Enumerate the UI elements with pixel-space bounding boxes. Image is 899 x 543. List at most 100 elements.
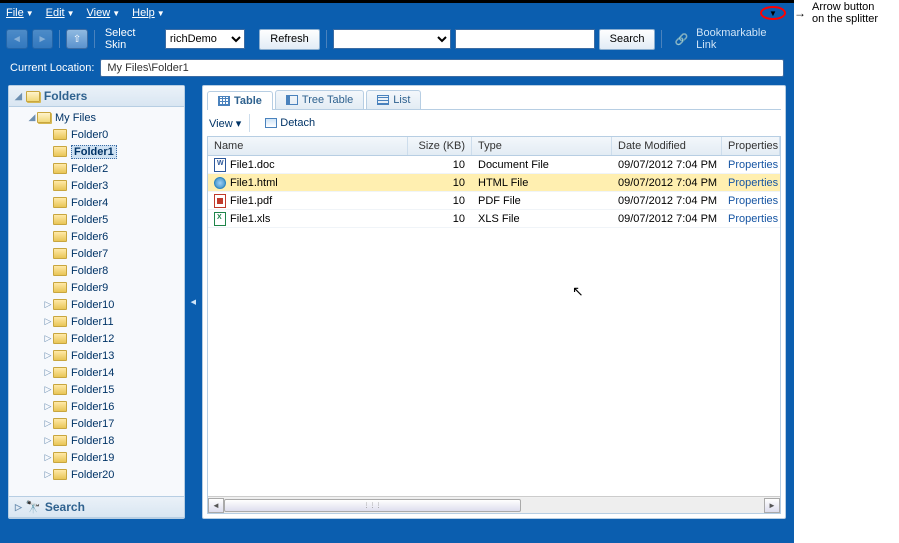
col-header-type[interactable]: Type (472, 137, 612, 155)
chevron-down-icon: ▾ (236, 118, 242, 130)
menu-edit[interactable]: Edit▼ (46, 7, 75, 19)
tree-item[interactable]: ▷Folder19 (9, 449, 184, 466)
scroll-track[interactable]: ⋮⋮⋮ (224, 498, 764, 513)
app-window: File▼ Edit▼ View▼ Help▼ ◄ ► ⇧ Select Ski… (0, 0, 794, 543)
folder-icon (53, 265, 67, 276)
binoculars-icon: 🔭 (26, 500, 41, 514)
tree-root[interactable]: ◢My Files (9, 109, 184, 126)
folder-icon (53, 180, 67, 191)
tree-item[interactable]: ▷Folder10 (9, 296, 184, 313)
folder-icon (37, 112, 51, 123)
separator (661, 30, 662, 48)
nav-back-button[interactable]: ◄ (6, 29, 28, 49)
tree-item[interactable]: ▷Folder12 (9, 330, 184, 347)
search-input[interactable] (455, 29, 595, 49)
tree-item-label: Folder11 (71, 316, 114, 328)
tree-item[interactable]: Folder7 (9, 245, 184, 262)
folder-icon (53, 214, 67, 225)
tree-item[interactable]: ▷Folder17 (9, 415, 184, 432)
location-input[interactable] (100, 59, 784, 77)
menu-view[interactable]: View▼ (87, 7, 121, 19)
properties-link[interactable]: Properties (728, 213, 778, 225)
tree-item[interactable]: Folder6 (9, 228, 184, 245)
tree-item-label: Folder15 (71, 384, 114, 396)
properties-link[interactable]: Properties (728, 159, 778, 171)
menu-file[interactable]: File▼ (6, 7, 34, 19)
tree-item[interactable]: ▷ Folder18 (9, 432, 184, 449)
menu-view-label: View (87, 7, 111, 19)
nav-forward-button[interactable]: ► (32, 29, 54, 49)
tree-item[interactable]: ▷Folder11 (9, 313, 184, 330)
content-toolbar: View ▾ Detach (207, 110, 781, 136)
tree-item-label: Folder19 (71, 452, 114, 464)
refresh-button[interactable]: Refresh (259, 29, 320, 50)
cell-name: File1.xls (208, 212, 408, 226)
tree-item[interactable]: ▷Folder15 (9, 381, 184, 398)
folders-panel-header[interactable]: ◢ Folders (9, 86, 184, 107)
expander-icon: ▷ (43, 367, 53, 378)
tree-item[interactable]: Folder5 (9, 211, 184, 228)
cell-date: 09/07/2012 7:04 PM (612, 177, 722, 189)
table-row[interactable]: File1.html10HTML File09/07/2012 7:04 PMP… (208, 174, 780, 192)
tab-list-label: List (393, 94, 410, 106)
tree-item[interactable]: Folder9 (9, 279, 184, 296)
file-name: File1.doc (230, 159, 275, 171)
tab-tree-table-label: Tree Table (302, 94, 353, 106)
col-header-size[interactable]: Size (KB) (408, 137, 472, 155)
chevron-down-icon: ▼ (157, 9, 165, 18)
splitter[interactable]: ◀ (191, 85, 196, 519)
scroll-left-button[interactable]: ◄ (208, 498, 224, 513)
tree-item-label: Folder18 (71, 435, 114, 447)
search-category-select[interactable] (333, 29, 451, 49)
cell-props: Properties (722, 177, 780, 189)
search-panel-header[interactable]: ▷ 🔭 Search (9, 496, 184, 518)
tab-table[interactable]: Table (207, 91, 273, 110)
tab-list[interactable]: List (366, 90, 421, 109)
col-header-name[interactable]: Name (208, 137, 408, 155)
scroll-right-button[interactable]: ► (764, 498, 780, 513)
tree-item[interactable]: Folder2 (9, 160, 184, 177)
bookmarkable-link[interactable]: Bookmarkable Link (696, 27, 788, 51)
properties-link[interactable]: Properties (728, 195, 778, 207)
folder-icon (53, 333, 67, 344)
table-icon (218, 96, 230, 106)
cell-props: Properties (722, 195, 780, 207)
horizontal-scrollbar[interactable]: ◄ ⋮⋮⋮ ► (208, 496, 780, 513)
table-row[interactable]: File1.doc10Document File09/07/2012 7:04 … (208, 156, 780, 174)
nav-up-button[interactable]: ⇧ (66, 29, 88, 49)
main-panel: Table Tree Table List View ▾ Detach Name… (202, 85, 786, 519)
tab-tree-table[interactable]: Tree Table (275, 90, 364, 109)
tree-item[interactable]: Folder8 (9, 262, 184, 279)
disclose-icon: ▷ (15, 502, 22, 513)
table-row[interactable]: File1.pdf10PDF File09/07/2012 7:04 PMPro… (208, 192, 780, 210)
expander-icon: ▷ (43, 435, 53, 446)
detach-button[interactable]: Detach (258, 114, 322, 132)
table-row[interactable]: File1.xls10XLS File09/07/2012 7:04 PMPro… (208, 210, 780, 228)
tree-item[interactable]: Folder3 (9, 177, 184, 194)
search-button[interactable]: Search (599, 29, 656, 50)
properties-link[interactable]: Properties (728, 177, 778, 189)
tree-item-label: Folder7 (71, 248, 108, 260)
col-header-props[interactable]: Properties (722, 137, 780, 155)
menu-help[interactable]: Help▼ (132, 7, 165, 19)
tree-item[interactable]: Folder0 (9, 126, 184, 143)
tree-item[interactable]: Folder4 (9, 194, 184, 211)
detach-icon (265, 118, 277, 128)
annotation-line1: Arrow button (812, 1, 878, 13)
cell-type: Document File (472, 159, 612, 171)
folder-icon (53, 248, 67, 259)
tree-item[interactable]: ▷Folder13 (9, 347, 184, 364)
skin-select[interactable]: richDemo (165, 29, 246, 49)
scroll-thumb[interactable]: ⋮⋮⋮ (224, 499, 521, 512)
tree-item[interactable]: Folder1 (9, 143, 184, 160)
view-menu[interactable]: View ▾ (209, 117, 241, 130)
annotation-circle: ▼ (760, 6, 786, 20)
tree-item-label: Folder1 (71, 145, 117, 159)
col-header-date[interactable]: Date Modified (612, 137, 722, 155)
tree-item-label: Folder17 (71, 418, 114, 430)
folder-icon (53, 435, 67, 446)
tree-item[interactable]: ▷Folder14 (9, 364, 184, 381)
tree-item[interactable]: ▷Folder20 (9, 466, 184, 483)
tree-item[interactable]: ▷Folder16 (9, 398, 184, 415)
folder-icon (53, 316, 67, 327)
